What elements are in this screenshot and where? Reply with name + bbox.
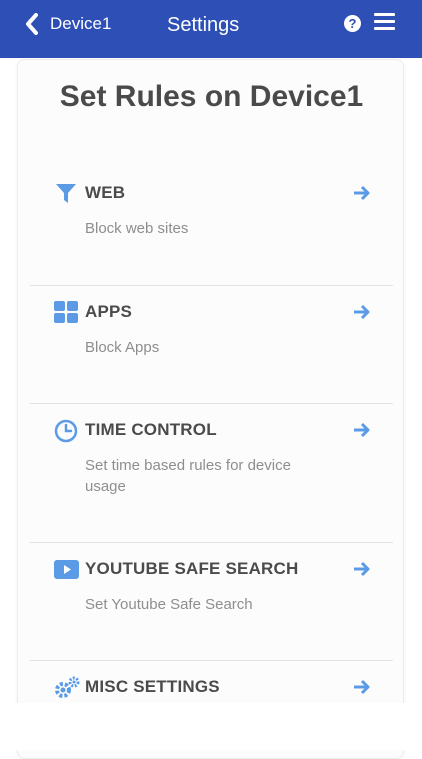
arrow-right-icon[interactable] bbox=[353, 561, 371, 577]
divider bbox=[30, 542, 393, 543]
help-icon[interactable]: ? bbox=[344, 15, 361, 32]
rule-description: Set time based rules for device usage bbox=[85, 457, 291, 495]
youtube-play-icon bbox=[54, 560, 79, 579]
gears-icon bbox=[55, 676, 80, 698]
rule-apps[interactable]: APPS Block Apps bbox=[30, 299, 393, 404]
arrow-right-icon[interactable] bbox=[353, 304, 371, 320]
chevron-left-icon bbox=[26, 13, 38, 35]
arrow-right-icon[interactable] bbox=[353, 679, 371, 695]
rule-title: YOUTUBE SAFE SEARCH bbox=[85, 559, 299, 578]
rule-description: Set Youtube Safe Search bbox=[85, 596, 253, 613]
back-label: Device1 bbox=[50, 14, 112, 33]
rule-title: MISC SETTINGS bbox=[85, 677, 220, 696]
top-app-bar: Device1 Settings ? bbox=[0, 0, 422, 58]
back-button[interactable]: Device1 bbox=[24, 10, 111, 38]
rule-title: TIME CONTROL bbox=[85, 420, 217, 439]
rule-youtube-safe-search[interactable]: YOUTUBE SAFE SEARCH Set Youtube Safe Sea… bbox=[30, 556, 393, 661]
divider bbox=[30, 660, 393, 661]
header-title: Settings bbox=[167, 14, 240, 36]
page-title: Set Rules on Device1 bbox=[59, 80, 364, 113]
bottom-area bbox=[0, 703, 422, 750]
rule-title: WEB bbox=[85, 183, 126, 202]
divider bbox=[30, 403, 393, 404]
filter-icon bbox=[56, 184, 76, 203]
rule-time-control[interactable]: TIME CONTROL Set time based rules for de… bbox=[30, 417, 393, 542]
rules-card: Set Rules on Device1 WEB Block web sites… bbox=[17, 59, 404, 759]
clock-icon bbox=[54, 419, 78, 443]
divider bbox=[30, 285, 393, 286]
arrow-right-icon[interactable] bbox=[353, 185, 371, 201]
rule-title: APPS bbox=[85, 302, 133, 321]
rule-description: Block Apps bbox=[85, 339, 160, 356]
apps-grid-icon bbox=[54, 301, 78, 323]
hamburger-menu-icon[interactable] bbox=[374, 13, 395, 30]
rule-description: Block web sites bbox=[85, 220, 189, 237]
arrow-right-icon[interactable] bbox=[353, 422, 371, 438]
rule-web[interactable]: WEB Block web sites bbox=[30, 180, 393, 285]
